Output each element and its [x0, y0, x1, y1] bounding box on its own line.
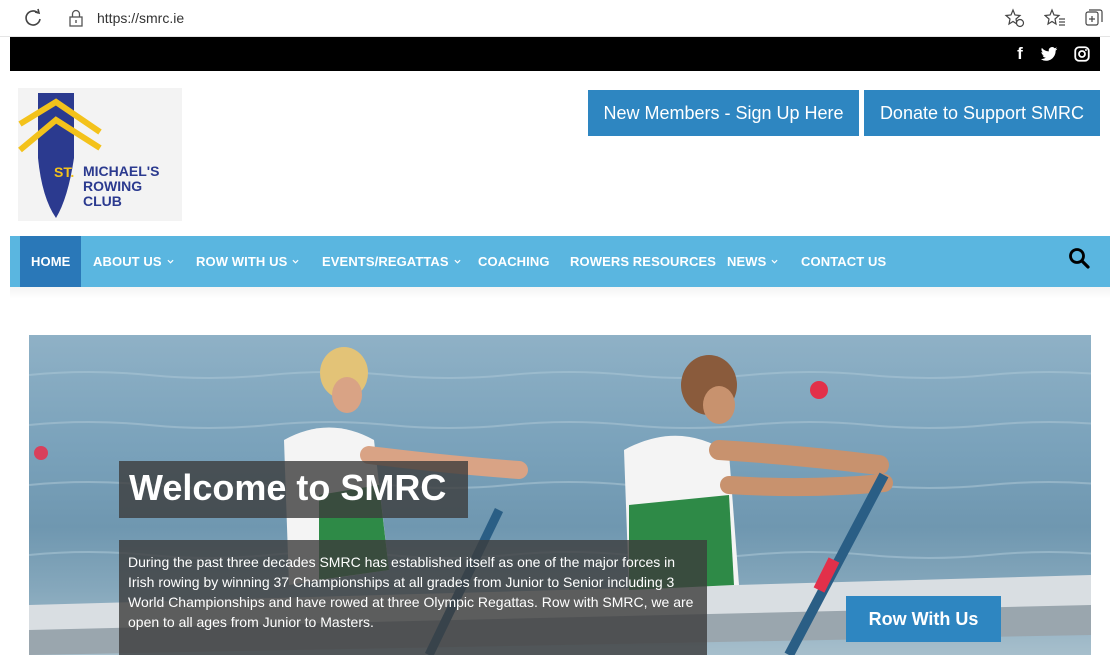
- nav-item-about-us[interactable]: ABOUT US: [93, 236, 174, 287]
- favorites-icon[interactable]: [1044, 7, 1066, 29]
- nav-item-rowers-resources[interactable]: ROWERS RESOURCES: [570, 236, 716, 287]
- collections-icon[interactable]: [1083, 7, 1105, 29]
- nav-item-coaching[interactable]: COACHING: [478, 236, 550, 287]
- chevron-down-icon: [167, 259, 174, 264]
- donate-button[interactable]: Donate to Support SMRC: [864, 90, 1100, 136]
- lock-icon[interactable]: [68, 9, 84, 27]
- nav-item-events-regattas[interactable]: EVENTS/REGATTAS: [322, 236, 461, 287]
- address-bar-url[interactable]: https://smrc.ie: [97, 10, 184, 26]
- logo-st-text: ST.: [54, 164, 75, 180]
- nav-item-news[interactable]: NEWS: [727, 236, 778, 287]
- nav-item-contact-us[interactable]: CONTACT US: [801, 236, 886, 287]
- chevron-down-icon: [454, 259, 461, 264]
- reload-icon[interactable]: [22, 7, 44, 29]
- club-logo[interactable]: ST. MICHAEL'S ROWING CLUB: [18, 88, 182, 221]
- social-bar: f: [10, 37, 1100, 71]
- hero-title-box: Welcome to SMRC: [119, 461, 468, 518]
- signup-button[interactable]: New Members - Sign Up Here: [588, 90, 859, 136]
- twitter-icon[interactable]: [1040, 45, 1058, 63]
- facebook-icon[interactable]: f: [1011, 45, 1029, 63]
- nav-item-home[interactable]: HOME: [20, 236, 82, 287]
- search-icon[interactable]: [1067, 246, 1091, 270]
- hero-banner: Welcome to SMRC During the past three de…: [29, 335, 1091, 655]
- hero-title: Welcome to SMRC: [129, 467, 447, 508]
- nav-item-row-with-us[interactable]: ROW WITH US: [196, 236, 299, 287]
- hero-description: During the past three decades SMRC has e…: [128, 554, 694, 630]
- chevron-down-icon: [771, 259, 778, 264]
- nav-shadow: [10, 287, 1110, 299]
- main-nav: HOME ABOUT US ROW WITH US EVENTS/REGATTA…: [10, 236, 1110, 287]
- row-with-us-button[interactable]: Row With Us: [846, 596, 1001, 642]
- chevron-down-icon: [292, 259, 299, 264]
- instagram-icon[interactable]: [1073, 45, 1091, 63]
- favorites-add-icon[interactable]: [1004, 7, 1026, 29]
- browser-toolbar: https://smrc.ie: [0, 0, 1110, 37]
- logo-club-name: MICHAEL'S ROWING CLUB: [83, 163, 160, 209]
- hero-description-box: During the past three decades SMRC has e…: [119, 540, 707, 655]
